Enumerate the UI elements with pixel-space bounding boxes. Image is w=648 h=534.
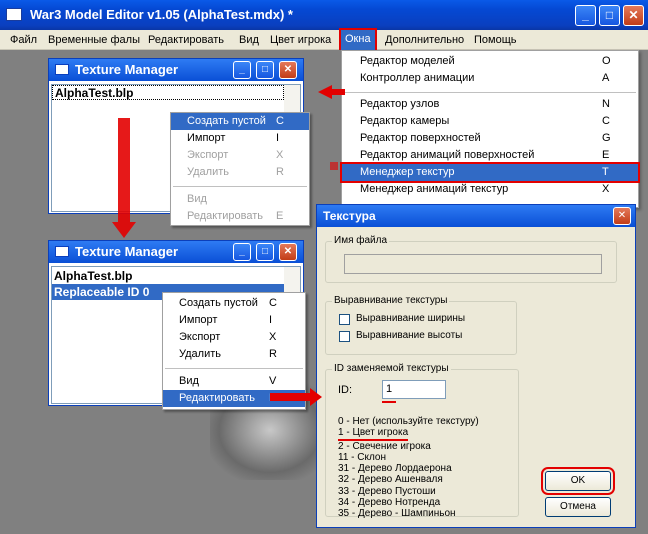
filename-label: Имя файла [332, 235, 390, 246]
filename-group: Имя файла [325, 235, 617, 283]
id-list-item: 0 - Нет (используйте текстуру) [338, 416, 479, 427]
ctx-delete[interactable]: Удалить R [163, 346, 305, 363]
tm2-title: Texture Manager [75, 244, 179, 259]
menu-extra[interactable]: Дополнительно [385, 34, 464, 46]
texture-dialog-close-button[interactable]: ✕ [613, 207, 631, 225]
list-item[interactable]: AlphaTest.blp [52, 268, 284, 284]
menu-bar: Файл Временные фалы Редактировать Вид Цв… [0, 28, 648, 52]
close-button[interactable]: ✕ [623, 5, 644, 26]
tm1-maximize-button[interactable]: □ [256, 61, 274, 79]
ctx-separator [173, 186, 307, 187]
windows-dropdown-menu: Редактор моделей O Контроллер анимации A Р… [340, 50, 640, 208]
app-icon [6, 8, 22, 21]
window-icon [55, 246, 69, 257]
menu-item-geoset-anim-editor[interactable]: Редактор анимаций поверхностей E [342, 147, 638, 164]
wrap-group: Выравнивание текстуры Выравнивание ширин… [325, 295, 517, 355]
menu-windows[interactable]: Окна [339, 28, 377, 52]
id-list-item: 34 - Дерево Нотренда [338, 497, 441, 509]
ok-button[interactable]: OK [541, 467, 615, 495]
id-list-item-highlighted: 1 - Цвет игрока [338, 427, 409, 441]
menu-item-camera-editor[interactable]: Редактор камеры C [342, 113, 638, 130]
id-list-item: 32 - Дерево Ашенваля [338, 474, 443, 486]
menu-item-model-editor[interactable]: Редактор моделей O [342, 53, 638, 70]
id-list-item: 35 - Дерево - Шампиньон [338, 508, 456, 520]
tm1-context-menu: Создать пустой C Импорт I Экспорт X Удалить… [170, 112, 310, 226]
wrap-width-label: Выравнивание ширины [356, 313, 466, 324]
tm2-close-button[interactable]: ✕ [279, 243, 297, 261]
tm2-maximize-button[interactable]: □ [256, 243, 274, 261]
texture-dialog-title-bar: Текстура ✕ [317, 205, 635, 227]
wrap-height-checkbox[interactable] [339, 331, 350, 342]
id-list-item: 11 - Склон [338, 451, 387, 463]
menu-item-anim-controller[interactable]: Контроллер анимации A [342, 70, 638, 87]
ctx-edit[interactable]: Редактировать E [171, 208, 309, 225]
menu-team-color[interactable]: Цвет игрока [270, 34, 331, 46]
menu-temp-files[interactable]: Временные фалы [48, 34, 140, 46]
tm1-close-button[interactable]: ✕ [279, 61, 297, 79]
texture-dialog-title: Текстура [323, 209, 376, 223]
menu-item-texture-anim-manager[interactable]: Менеджер анимаций текстур X [342, 181, 638, 198]
replaceable-id-label: ID заменяемой текстуры [332, 363, 451, 374]
tm2-title-bar: Texture Manager _ □ ✕ [49, 241, 303, 263]
ctx-new-empty[interactable]: Создать пустой C [163, 295, 305, 312]
id-input[interactable]: 1 [382, 380, 446, 399]
ctx-separator [165, 368, 303, 369]
maximize-button[interactable]: □ [599, 5, 620, 26]
id-underline-mark [382, 401, 396, 403]
window-icon [55, 64, 69, 75]
texture-dialog: Текстура ✕ Имя файла Выравнивание тексту… [316, 204, 636, 528]
ctx-delete[interactable]: Удалить R [171, 164, 309, 181]
menu-item-node-editor[interactable]: Редактор узлов N [342, 96, 638, 113]
ctx-new-empty[interactable]: Создать пустой C [171, 113, 309, 130]
tm2-context-menu: Создать пустой C Импорт I Экспорт X Удалить… [162, 292, 306, 410]
wrap-width-checkbox[interactable] [339, 314, 350, 325]
tm1-title-bar: Texture Manager _ □ ✕ [49, 59, 303, 81]
main-title-bar: War3 Model Editor v1.05 (AlphaTest.mdx) … [0, 0, 648, 30]
menu-edit[interactable]: Редактировать [148, 34, 224, 46]
wrap-label: Выравнивание текстуры [332, 295, 450, 306]
id-list-item: 31 - Дерево Лордаерона [338, 463, 452, 475]
minimize-button[interactable]: _ [575, 5, 596, 26]
tm2-minimize-button[interactable]: _ [233, 243, 251, 261]
menu-help[interactable]: Помощь [474, 34, 517, 46]
ctx-import[interactable]: Импорт I [163, 312, 305, 329]
list-item[interactable]: AlphaTest.blp [52, 85, 284, 100]
filename-input[interactable] [344, 254, 602, 274]
window-title: War3 Model Editor v1.05 (AlphaTest.mdx) … [30, 7, 293, 22]
menu-item-texture-manager[interactable]: Менеджер текстур T [340, 162, 640, 183]
cancel-button[interactable]: Отмена [545, 497, 611, 517]
id-list-item: 2 - Свечение игрока [338, 440, 431, 452]
id-label: ID: [338, 384, 353, 396]
menu-item-geoset-editor[interactable]: Редактор поверхностей G [342, 130, 638, 147]
id-list-item: 33 - Дерево Пустоши [338, 485, 436, 497]
ctx-edit[interactable]: Редактировать E [163, 390, 305, 407]
ctx-view[interactable]: Вид V [163, 373, 305, 390]
ctx-view[interactable]: Вид [171, 191, 309, 208]
replaceable-id-group: ID заменяемой текстуры ID: 1 0 - Нет (ис… [325, 363, 519, 520]
ctx-export[interactable]: Экспорт X [171, 147, 309, 164]
ctx-export[interactable]: Экспорт X [163, 329, 305, 346]
menu-view[interactable]: Вид [239, 34, 259, 46]
ctx-import[interactable]: Импорт I [171, 130, 309, 147]
menu-file[interactable]: Файл [10, 34, 37, 46]
wrap-height-label: Выравнивание высоты [356, 330, 463, 341]
id-list: 0 - Нет (используйте текстуру) 1 - Цвет … [338, 416, 479, 520]
tm1-minimize-button[interactable]: _ [233, 61, 251, 79]
tm1-title: Texture Manager [75, 62, 179, 77]
menu-separator [344, 92, 636, 93]
